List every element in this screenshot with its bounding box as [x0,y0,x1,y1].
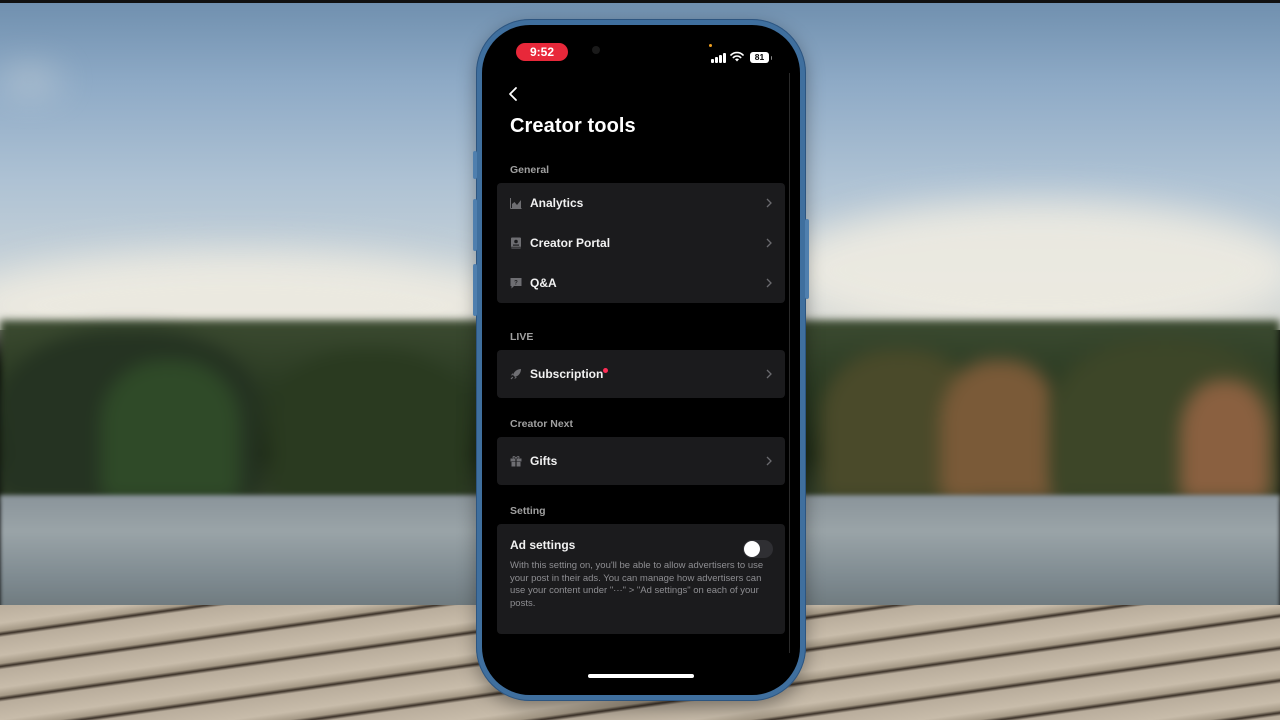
bar-chart-icon [510,198,522,209]
live-card: Subscription [497,350,785,398]
battery-icon: 81 [750,52,772,63]
chevron-right-icon [766,278,772,288]
menu-item-label: Analytics [530,196,584,210]
menu-item-label: Gifts [530,454,558,468]
front-camera [592,46,600,54]
menu-item-label: Q&A [530,276,557,290]
section-label-live: LIVE [510,331,534,343]
notification-badge-dot [603,367,609,373]
chevron-right-icon [766,238,772,248]
chevron-right-icon [766,369,772,379]
ad-settings-toggle[interactable] [743,540,773,558]
question-chat-icon: ? [510,278,522,289]
ad-settings-card: Ad settings With this setting on, you'll… [497,524,785,634]
svg-text:?: ? [514,280,518,286]
menu-item-gifts[interactable]: Gifts [497,437,785,485]
rocket-icon [510,369,521,380]
toggle-knob [744,541,760,557]
menu-item-qa[interactable]: ? Q&A [497,263,785,303]
home-indicator[interactable] [588,674,694,678]
top-edge [0,0,1280,3]
page-title: Creator tools [510,115,636,137]
gift-icon [510,456,522,467]
wifi-icon [730,51,744,62]
scrollbar[interactable] [788,73,790,653]
power-button [805,219,809,299]
phone-screen: 9:52 81 Creator tools General Analytics … [482,25,800,695]
general-card: Analytics Creator Portal ? Q&A [497,183,785,303]
menu-item-analytics[interactable]: Analytics [497,183,785,223]
ad-settings-description: With this setting on, you'll be able to … [510,560,764,609]
creator-next-card: Gifts [497,437,785,485]
section-label-general: General [510,164,550,176]
menu-item-label: Subscription [530,367,604,381]
menu-item-creator-portal[interactable]: Creator Portal [497,223,785,263]
book-icon [511,237,521,249]
mic-indicator-icon [709,44,712,47]
chevron-right-icon [766,456,772,466]
section-label-setting: Setting [510,505,546,517]
volume-down-button [473,264,477,316]
mute-switch [473,151,477,179]
status-bar: 9:52 81 [482,25,800,75]
cloud [0,70,60,90]
back-button[interactable] [502,83,524,105]
phone-frame: 9:52 81 Creator tools General Analytics … [473,19,809,701]
menu-item-label: Creator Portal [530,236,611,250]
cloud [780,200,1280,340]
status-time: 9:52 [516,43,568,61]
menu-item-subscription[interactable]: Subscription [497,350,785,398]
cellular-signal-icon [711,53,726,63]
ad-settings-title: Ad settings [510,538,576,552]
chevron-left-icon [509,87,517,101]
section-label-creator-next: Creator Next [510,418,574,430]
chevron-right-icon [766,198,772,208]
volume-up-button [473,199,477,251]
